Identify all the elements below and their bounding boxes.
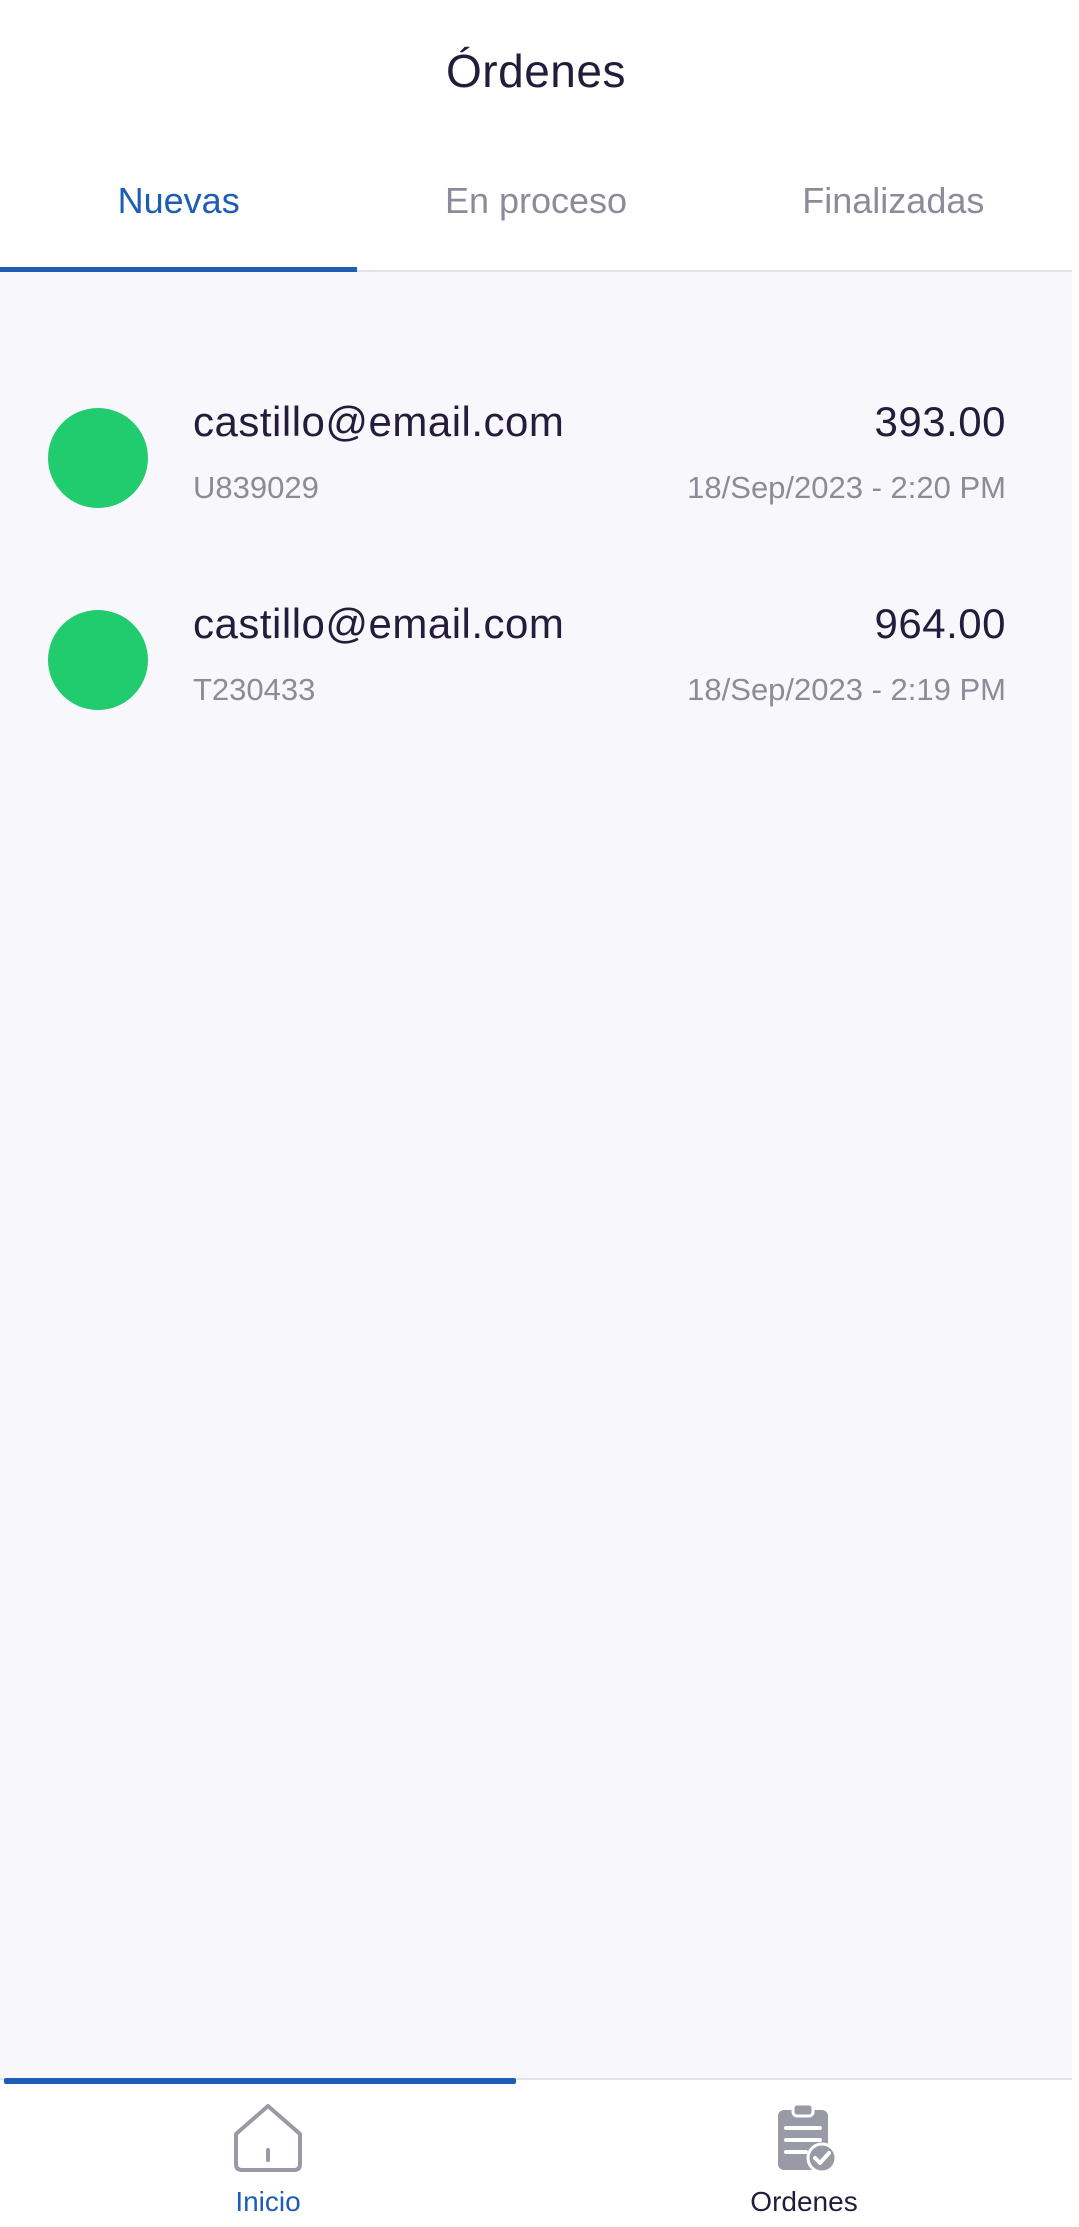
- clipboard-check-icon: [778, 2102, 838, 2174]
- status-dot: [48, 610, 148, 710]
- app-header: Órdenes: [0, 0, 1072, 132]
- list-item[interactable]: castillo@email.com T230433 964.00 18/Sep…: [0, 560, 1072, 760]
- page-title: Órdenes: [446, 45, 626, 97]
- orders-list[interactable]: castillo@email.com U839029 393.00 18/Sep…: [0, 272, 1072, 2078]
- nav-item-ordenes[interactable]: Ordenes: [536, 2080, 1072, 2227]
- nav-label: Ordenes: [750, 2186, 858, 2217]
- nav-item-inicio[interactable]: Inicio: [0, 2080, 536, 2227]
- active-nav-indicator: [4, 2078, 516, 2084]
- order-status-tabs: Nuevas En proceso Finalizadas: [0, 132, 1072, 272]
- nav-label: Inicio: [235, 2186, 301, 2217]
- tab-finalizadas[interactable]: Finalizadas: [715, 132, 1072, 270]
- order-email: castillo@email.com: [193, 398, 565, 445]
- status-dot: [48, 408, 148, 508]
- tab-en-proceso[interactable]: En proceso: [357, 132, 714, 270]
- tab-label: En proceso: [444, 180, 628, 221]
- order-amount: 964.00: [874, 600, 1006, 647]
- orders-screen: Órdenes Nuevas En proceso Finalizadas ca…: [0, 0, 1079, 2227]
- tab-label: Nuevas: [117, 180, 240, 221]
- order-email: castillo@email.com: [193, 600, 565, 647]
- list-item[interactable]: castillo@email.com U839029 393.00 18/Sep…: [0, 358, 1072, 558]
- order-date: 18/Sep/2023 - 2:20 PM: [687, 470, 1006, 505]
- tab-nuevas[interactable]: Nuevas: [0, 132, 358, 272]
- bottom-navigation: Inicio Ordenes: [0, 2078, 1072, 2227]
- order-date: 18/Sep/2023 - 2:19 PM: [687, 672, 1006, 707]
- home-icon: [234, 2104, 302, 2172]
- order-id: U839029: [193, 470, 319, 505]
- order-id: T230433: [193, 672, 316, 707]
- order-amount: 393.00: [874, 398, 1006, 445]
- tab-label: Finalizadas: [802, 180, 985, 221]
